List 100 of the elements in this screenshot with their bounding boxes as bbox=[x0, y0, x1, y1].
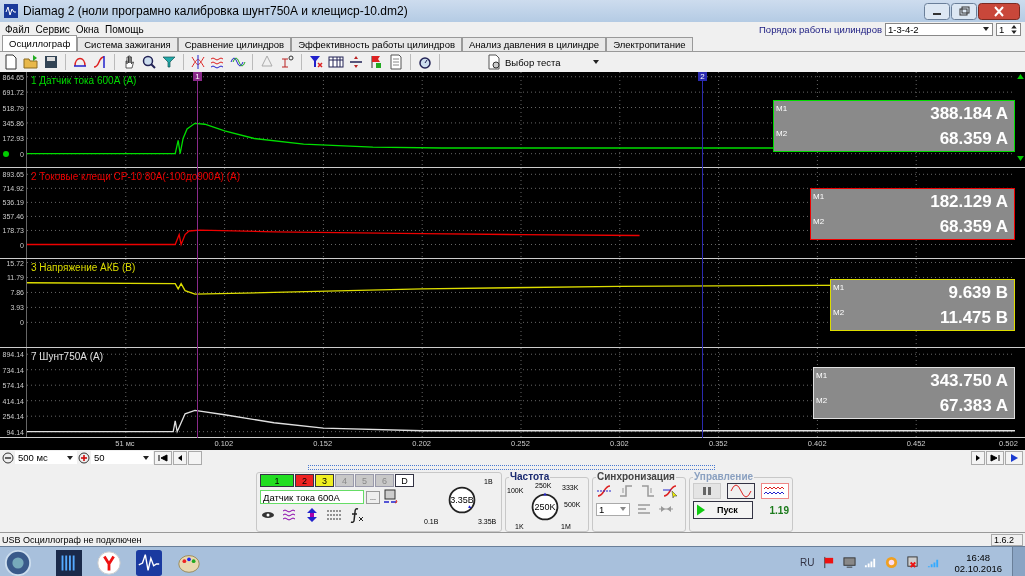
menu-item[interactable]: Окна bbox=[72, 23, 103, 35]
menu-item[interactable]: Сервис bbox=[32, 23, 73, 35]
channel-button[interactable]: 2 bbox=[295, 474, 314, 487]
measurement-value: 182.129 A bbox=[930, 191, 1008, 212]
spinner-arrows-icon bbox=[1011, 24, 1017, 34]
marker-label: M1 bbox=[816, 370, 828, 380]
frequency-knob[interactable]: 250K bbox=[529, 491, 561, 523]
channel-name: 1 Датчик тока 600А (А) bbox=[31, 75, 137, 86]
minimize-icon[interactable] bbox=[924, 2, 950, 20]
channel-button[interactable]: D bbox=[395, 474, 414, 487]
marker-label: M2 bbox=[816, 395, 828, 405]
close-icon[interactable] bbox=[978, 2, 1020, 20]
tab[interactable]: Эффективность работы цилиндров bbox=[291, 37, 462, 51]
lines-icon[interactable] bbox=[326, 507, 342, 523]
document-icon[interactable] bbox=[388, 54, 404, 70]
tab[interactable]: Сравнение цилиндров bbox=[177, 37, 292, 51]
edge-cursor-icon[interactable] bbox=[662, 483, 678, 499]
cylinder-order-label: Порядок работы цилиндров bbox=[759, 23, 882, 35]
caret-icon bbox=[983, 27, 989, 31]
table-icon[interactable] bbox=[328, 54, 344, 70]
pause-icon[interactable] bbox=[693, 483, 721, 499]
marker-label: M2 bbox=[776, 128, 788, 138]
play-icon[interactable] bbox=[1005, 450, 1023, 465]
level-zero-icon[interactable] bbox=[279, 54, 295, 70]
group-title: Частота bbox=[509, 472, 551, 482]
start-button-icon[interactable] bbox=[4, 548, 32, 576]
save-icon[interactable] bbox=[43, 54, 59, 70]
tab[interactable]: Электропитание bbox=[606, 37, 693, 51]
cylinder-spinner[interactable]: 1 bbox=[996, 22, 1021, 36]
zoom-out-icon[interactable] bbox=[2, 451, 14, 464]
monitor-icon[interactable] bbox=[843, 556, 857, 569]
function-icon[interactable] bbox=[348, 507, 364, 523]
monitor-arrows-icon[interactable] bbox=[382, 489, 398, 505]
previous-icon[interactable] bbox=[173, 450, 187, 465]
cylinder-order-select[interactable]: 1-3-4-2 bbox=[885, 22, 993, 36]
split-icon[interactable] bbox=[348, 54, 364, 70]
measurement-value: 343.750 A bbox=[930, 370, 1008, 391]
new-file-icon[interactable] bbox=[3, 54, 19, 70]
scroll-track[interactable] bbox=[308, 465, 715, 470]
flag-icon[interactable] bbox=[822, 556, 836, 569]
zoom-in-icon[interactable] bbox=[78, 451, 90, 464]
measurement-value: 68.359 A bbox=[939, 128, 1008, 149]
measurement-value: 388.184 A bbox=[930, 103, 1008, 124]
network-error-icon[interactable] bbox=[906, 556, 920, 569]
timebase-select[interactable]: 500 мс bbox=[15, 451, 77, 464]
group-title: Синхронизация bbox=[596, 472, 676, 482]
zoom-select[interactable]: 50 bbox=[91, 451, 153, 464]
channel-button[interactable]: 1 bbox=[260, 474, 294, 487]
channel-button[interactable]: 3 bbox=[315, 474, 334, 487]
first-icon[interactable] bbox=[154, 450, 172, 465]
dual-waves-icon[interactable] bbox=[761, 483, 789, 499]
caret-icon bbox=[67, 455, 73, 460]
tab[interactable]: Система зажигания bbox=[77, 37, 178, 51]
cursor-marker[interactable]: 2 bbox=[698, 72, 707, 81]
crossing-curves-icon[interactable] bbox=[190, 54, 206, 70]
bars-app-icon[interactable] bbox=[56, 549, 82, 576]
version-label: 1.19 bbox=[769, 504, 789, 516]
curve-arrow-icon[interactable] bbox=[92, 54, 108, 70]
cursor-marker[interactable]: 1 bbox=[193, 72, 202, 81]
measurement-value: 9.639 B bbox=[948, 282, 1008, 303]
test-select[interactable]: Выбор теста bbox=[486, 54, 602, 70]
waves-icon[interactable] bbox=[282, 507, 298, 523]
menu-item[interactable]: Помощь bbox=[102, 23, 147, 35]
last-icon[interactable] bbox=[986, 450, 1004, 465]
version-label: 1.6.2 bbox=[990, 533, 1023, 546]
app-icon bbox=[4, 4, 18, 18]
marker-label: M2 bbox=[813, 216, 825, 226]
group-title: Управление bbox=[693, 472, 755, 482]
clock-date[interactable]: 02.10.2016 bbox=[954, 562, 1002, 574]
waves-icon[interactable] bbox=[210, 54, 226, 70]
marker-label: M2 bbox=[833, 307, 845, 317]
scroll-up-icon[interactable] bbox=[1016, 74, 1024, 79]
measurement-value: 67.383 A bbox=[939, 395, 1008, 416]
channel-name-field[interactable]: Датчик тока 600А bbox=[260, 490, 364, 504]
marker-label: M1 bbox=[813, 191, 825, 201]
zero-level-dot[interactable] bbox=[3, 150, 9, 157]
sync-channel-select[interactable]: 1 bbox=[596, 502, 630, 516]
sine-wave-icon[interactable] bbox=[727, 483, 755, 499]
flag-icon[interactable] bbox=[368, 54, 384, 70]
caret-icon bbox=[620, 507, 626, 511]
rising-edge-icon[interactable] bbox=[596, 483, 612, 499]
funnel-icon[interactable] bbox=[161, 54, 177, 70]
voltage-knob[interactable]: 3.35В bbox=[446, 484, 478, 516]
browser-icon[interactable] bbox=[96, 549, 122, 576]
clock-time[interactable]: 16:48 bbox=[966, 551, 991, 563]
waveform-app-icon[interactable] bbox=[136, 549, 162, 576]
dial-icon[interactable] bbox=[417, 54, 433, 70]
window-title: Diamag 2 (ноли програмно калибровка шунт750А и клещиср-10.dm2) bbox=[23, 4, 408, 18]
start-button[interactable]: Пуск bbox=[693, 501, 753, 519]
next-icon[interactable] bbox=[971, 450, 985, 465]
tab[interactable]: Анализ давления в цилиндре bbox=[462, 37, 607, 51]
menu-item[interactable]: Файл bbox=[2, 23, 33, 35]
caret-icon bbox=[593, 60, 599, 64]
language-indicator[interactable]: RU bbox=[800, 557, 815, 568]
play-icon bbox=[697, 504, 705, 516]
tab[interactable]: Осциллограф bbox=[2, 35, 78, 51]
zoom-icon[interactable] bbox=[141, 54, 157, 70]
restore-icon[interactable] bbox=[951, 2, 977, 20]
funnel-icon[interactable] bbox=[308, 54, 324, 70]
scroll-down-icon[interactable] bbox=[1016, 156, 1024, 161]
